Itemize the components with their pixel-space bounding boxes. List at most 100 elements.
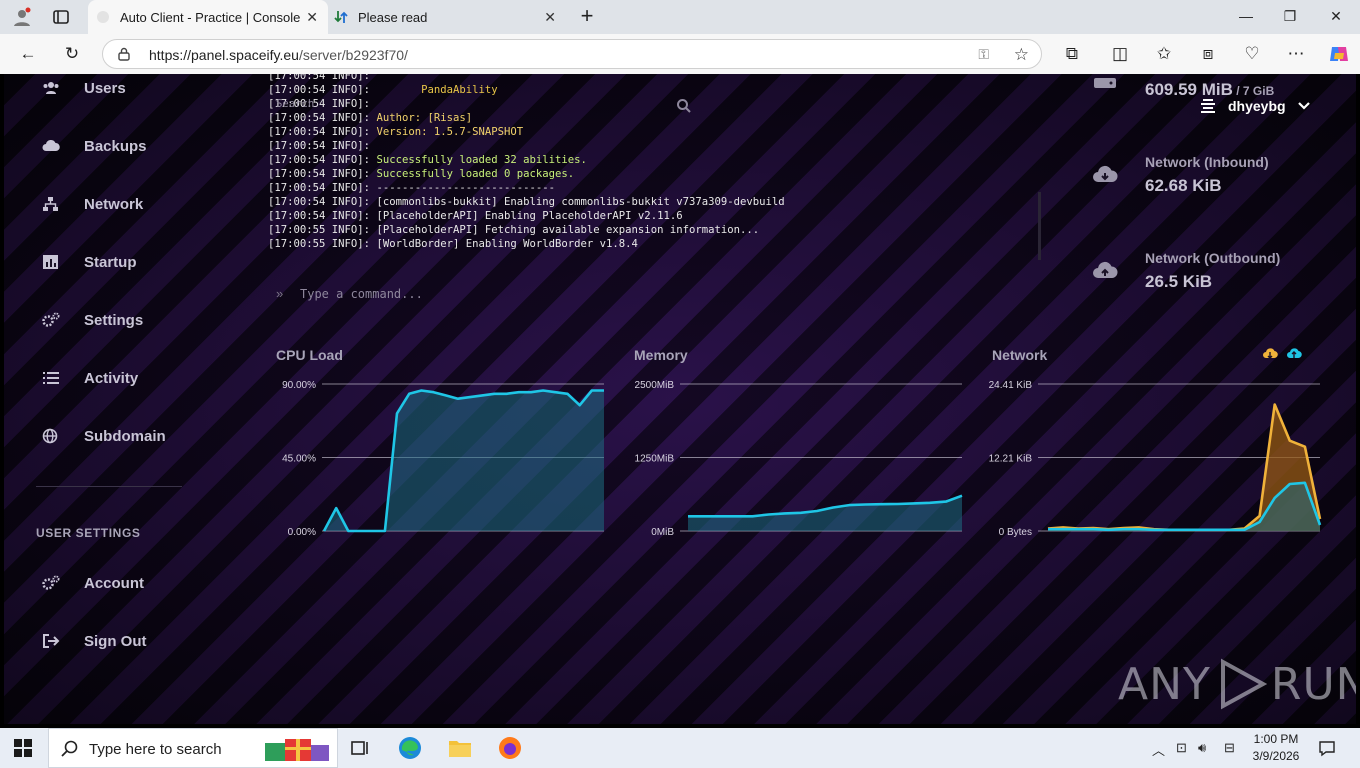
console-line-text: Version: 1.5.7-SNAPSHOT [376,126,524,138]
inbound-legend-icon[interactable] [1262,346,1278,362]
chart-tick-label: 1250MiB [635,454,675,465]
tab-title: Please read [358,9,428,25]
console-line-prefix: [17:00:54 INFO]: [268,112,377,124]
console-line-prefix: [17:00:54 INFO]: [268,84,377,96]
search-icon [61,740,78,757]
outbound-legend-icon[interactable] [1286,346,1302,362]
performance-icon[interactable]: ♡ [1242,44,1262,64]
sidebar-divider [36,486,182,487]
browser-navbar: ← ↻ https://panel.spaceify.eu/server/b29… [0,34,1360,74]
windows-start-icon[interactable] [14,739,32,757]
console-line-text: PandaAbility [376,84,498,96]
console-line-text: Successfully loaded 0 packages. [376,168,575,180]
copilot-icon[interactable] [1328,43,1350,65]
password-key-icon[interactable]: ⚿ [978,46,989,63]
user-menu[interactable]: dhyeybg [1200,98,1310,114]
gears-icon [42,312,60,327]
console-scrollbar[interactable] [1038,192,1041,260]
console-line-text: [PlaceholderAPI] Enabling PlaceholderAPI… [376,210,683,222]
console-output[interactable]: [17:00:54 INFO]: [17:00:54 INFO]: PandaA… [266,74,1042,264]
network-tray-icon[interactable]: ⊟ [1224,740,1235,756]
chevron-right-icon: » [276,286,284,301]
sidebar-item-label: Sign Out [84,632,147,650]
restore-button[interactable]: ❐ [1280,8,1300,25]
users-icon [43,82,59,94]
favorites-icon[interactable]: ✩ [1154,44,1174,64]
sidebar-item-backups[interactable]: Backups [42,132,147,160]
chart-series-area [324,390,604,531]
memory-used: 609.59 MiB [1145,80,1233,99]
watermark-left: ANY [1118,658,1211,710]
sidebar-item-sign-out[interactable]: Sign Out [42,627,147,655]
close-tab-icon[interactable]: ✕ [306,9,318,26]
url-text: https://panel.spaceify.eu/server/b2923f7… [149,47,408,63]
extensions-icon[interactable]: ⧉ [1062,44,1082,64]
sidebar-item-label: Activity [84,369,139,387]
sidebar-item-activity[interactable]: Activity [42,364,138,392]
page-favicon-icon [97,11,109,23]
cloud-icon [42,139,60,151]
taskbar-search-placeholder: Type here to search [89,741,222,758]
sidebar-item-account[interactable]: Account [42,569,144,597]
chart-tick-label: 0 Bytes [999,527,1032,538]
tab-please-read[interactable]: Please read ✕ [330,0,566,34]
console-line: [17:00:54 INFO]: [268,74,376,82]
address-bar[interactable]: https://panel.spaceify.eu/server/b2923f7… [102,39,1042,69]
sidebar-item-startup[interactable]: Startup [42,248,137,276]
file-explorer-icon[interactable] [446,734,474,762]
gift-boxes-icon [265,739,329,761]
hard-drive-icon [1094,78,1116,88]
tab-console[interactable]: Auto Client - Practice | Console ✕ [88,0,328,34]
close-tab-icon[interactable]: ✕ [544,9,556,26]
profile-icon[interactable] [12,7,32,27]
more-menu-icon[interactable]: ⋯ [1286,44,1306,64]
collections-icon[interactable]: ⧈ [1198,44,1218,64]
chart-tick-label: 0.00% [288,527,316,538]
chart-tick-label: 45.00% [282,454,316,465]
notifications-icon[interactable] [1318,739,1336,757]
firefox-icon[interactable] [496,734,524,762]
sidebar: Users Backups Network Startup Settings A… [4,74,204,724]
back-button[interactable]: ← [18,44,38,64]
console-line-text: Author: [Risas] [376,112,473,124]
cloud-download-icon [1093,165,1118,182]
favorite-star-icon[interactable]: ☆ [1014,45,1029,65]
task-view-icon[interactable] [346,734,374,762]
search-icon[interactable] [676,98,692,114]
console-line: [17:00:54 INFO]: [PlaceholderAPI] Enabli… [268,210,683,222]
command-input[interactable]: » Type a command... [266,278,1042,306]
transfer-arrows-icon [334,11,348,23]
sidebar-item-subdomain[interactable]: Subdomain [42,422,166,450]
close-window-button[interactable]: ✕ [1326,8,1346,25]
console-line-prefix: [17:00:54 INFO]: [268,196,377,208]
lock-icon[interactable] [117,47,131,61]
play-logo-icon [1220,658,1267,710]
chart-tick-label: 2500MiB [635,380,675,391]
sidebar-item-users[interactable]: Users [42,74,126,102]
console-line: [17:00:54 INFO]: [268,140,376,152]
command-placeholder: Type a command... [300,287,423,301]
tab-actions-icon[interactable] [52,8,70,26]
tray-meeting-icon[interactable]: ⊡ [1176,740,1187,756]
volume-icon[interactable]: 🔊︎ [1198,740,1206,756]
cpu-chart-card: CPU Load 90.00% 45.00% 0.00% [266,330,606,548]
console-line-prefix: [17:00:54 INFO]: [268,154,377,166]
taskbar-search[interactable]: Type here to search [48,728,338,768]
server-stack-icon [1201,99,1215,113]
console-line-prefix: [17:00:54 INFO]: [268,126,377,138]
network-inbound-value: 62.68 KiB [1145,176,1222,195]
sidebar-item-label: Backups [84,137,147,155]
new-tab-button[interactable]: + [578,5,596,27]
sidebar-item-label: Settings [84,311,144,329]
minimize-button[interactable]: — [1236,8,1256,24]
edge-browser-icon[interactable] [396,734,424,762]
chart-tick-label: 24.41 KiB [989,380,1033,391]
sidebar-item-network[interactable]: Network [42,190,143,218]
clock[interactable]: 1:00 PM 3/9/2026 [1250,731,1302,765]
sidebar-item-settings[interactable]: Settings [42,306,143,334]
console-line-text: ---------------------------- [376,182,556,194]
network-inbound-label: Network (Inbound) [1145,154,1269,170]
refresh-button[interactable]: ↻ [62,44,82,64]
split-screen-icon[interactable]: ◫ [1110,44,1130,64]
tray-chevron-up-icon[interactable]: ︿ [1152,740,1165,759]
